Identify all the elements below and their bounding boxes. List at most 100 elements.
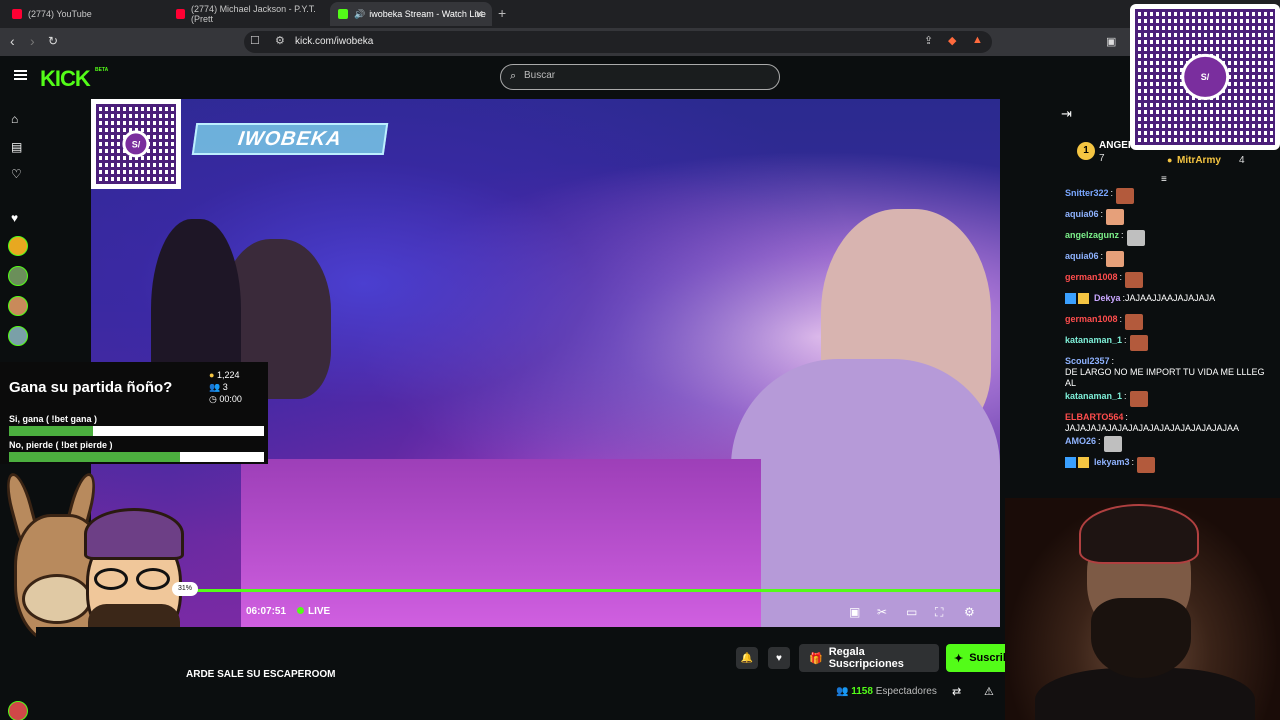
share-icon[interactable]: ⇪	[924, 34, 933, 47]
badge-icon	[1065, 457, 1076, 468]
chat-message: angelzagunz:	[1065, 230, 1275, 249]
chat-username[interactable]: aquia06	[1065, 251, 1099, 262]
clip-icon[interactable]: ✂	[877, 605, 887, 619]
chat-username[interactable]: AMO26	[1065, 436, 1096, 447]
chat-username[interactable]: lekyam3	[1094, 457, 1130, 468]
theater-mode-icon[interactable]: ▭	[906, 605, 917, 619]
chat-colon: :	[1131, 457, 1135, 467]
browser-tab-youtube[interactable]: (2774) YouTube	[4, 2, 164, 26]
site-info-icon[interactable]: ⚙	[275, 34, 285, 47]
yape-badge: S/	[1181, 53, 1229, 101]
close-tab-icon[interactable]: ✕	[475, 8, 484, 21]
poll-option-label: No, pierde ( !bet pierde )	[9, 440, 113, 450]
sidebar-channel-avatar[interactable]	[8, 266, 28, 286]
search-box[interactable]: ⌕	[500, 64, 780, 90]
chat-colon: :	[1125, 412, 1128, 422]
home-icon[interactable]: ⌂	[11, 112, 18, 126]
report-icon[interactable]: ⚠	[984, 685, 994, 698]
chat-badges	[1065, 293, 1091, 307]
video-controls: 06:07:51 LIVE ▣ ✂ ▭ ⛶ ⚙	[91, 598, 1000, 626]
chat-messages: Snitter322: aquia06: angelzagunz: aquia0…	[1065, 188, 1275, 478]
heart-icon: ♥	[776, 652, 782, 664]
chat-message: lekyam3:	[1065, 457, 1275, 476]
poll-option-bar	[9, 452, 264, 462]
video-person-body	[731, 359, 1000, 627]
chat-emote	[1103, 436, 1122, 452]
gifter-name[interactable]: ANGEI	[1099, 140, 1131, 151]
youtube-icon	[12, 9, 22, 19]
stream-info-bar: ARDE SALE SU ESCAPEROOM 🔔 ♥ 🎁 Regala Sus…	[36, 627, 1036, 720]
video-progress[interactable]	[91, 589, 1000, 592]
chat-username[interactable]: katanaman_1	[1065, 391, 1122, 402]
users-icon: 👥	[209, 382, 221, 392]
gifter-count: 7	[1099, 153, 1105, 164]
donkey-muzzle	[22, 574, 92, 624]
follow-heart-button[interactable]: ♥	[768, 647, 790, 669]
chat-username[interactable]: german1008	[1065, 314, 1118, 325]
chat-panel: ⇥ 1 ANGEI 7 ● MitrArmy 4 ≡ Snitter322: a…	[1053, 98, 1280, 498]
chat-colon: :	[1110, 188, 1114, 198]
chat-username[interactable]: german1008	[1065, 272, 1118, 283]
forward-icon[interactable]: ›	[30, 33, 35, 49]
search-input[interactable]	[524, 70, 764, 81]
badge-icon	[1078, 457, 1089, 468]
browser-tab-youtube-2[interactable]: (2774) Michael Jackson - P.Y.T. (Prett	[168, 2, 326, 26]
new-tab-icon[interactable]: +	[498, 5, 506, 21]
chat-username[interactable]: ELBARTO564	[1065, 412, 1123, 423]
chat-emote	[1137, 457, 1156, 473]
clock-icon: ◷	[209, 394, 217, 404]
settings-gear-icon[interactable]: ⚙	[964, 605, 975, 619]
sidebar-channel-avatar[interactable]	[8, 236, 28, 256]
chat-colon: :	[1124, 335, 1127, 345]
poll-option-label: Si, gana ( !bet gana )	[9, 414, 98, 424]
prediction-poll: Gana su partida ñoño? ● 1,224 👥 3 ◷ 00:0…	[0, 362, 268, 464]
back-icon[interactable]: ‹	[10, 33, 15, 49]
pinned-messages-icon[interactable]: ≡	[1161, 174, 1167, 185]
chat-emote	[1106, 251, 1125, 267]
speaker-icon: 🔊	[354, 8, 366, 19]
chat-message: Scoul2357: DE LARGO NO ME IMPORT TU VIDA…	[1065, 356, 1275, 389]
chat-colon: :	[1098, 436, 1101, 446]
share-icon[interactable]: ⇄	[952, 685, 961, 698]
chat-colon: :	[1100, 209, 1104, 219]
notification-bell-button[interactable]: 🔔	[736, 647, 758, 669]
chat-text: DE LARGO NO ME IMPORT TU VIDA ME LLLEG A…	[1065, 367, 1265, 388]
stream-title: ARDE SALE SU ESCAPEROOM	[186, 669, 336, 680]
kick-logo[interactable]: KICK	[40, 66, 91, 92]
coin-icon: ●	[209, 370, 215, 380]
following-icon[interactable]: ♡	[11, 167, 22, 181]
chat-username[interactable]: Snitter322	[1065, 188, 1109, 199]
browser-tabbar: (2774) YouTube (2774) Michael Jackson - …	[0, 0, 1280, 28]
search-icon: ⌕	[510, 70, 517, 82]
rewards-icon[interactable]: ▲	[972, 34, 983, 46]
screen: (2774) YouTube (2774) Michael Jackson - …	[0, 0, 1280, 720]
collapse-chat-icon[interactable]: ⇥	[1061, 106, 1072, 122]
sidebar-channel-avatar[interactable]	[8, 326, 28, 346]
tab-title: (2774) YouTube	[28, 9, 92, 19]
chat-username[interactable]: katanaman_1	[1065, 335, 1122, 346]
webcam-beard	[1091, 598, 1191, 678]
gift-subs-button[interactable]: 🎁 Regala Suscripciones	[799, 644, 939, 672]
browse-icon[interactable]: ▤	[11, 140, 22, 154]
poll-stats: ● 1,224 👥 3 ◷ 00:00	[209, 370, 242, 404]
menu-icon[interactable]	[14, 70, 27, 80]
bookmark-icon[interactable]: ☐	[250, 34, 260, 47]
chat-username[interactable]: angelzagunz	[1065, 230, 1119, 241]
gifter-name[interactable]: MitrArmy	[1177, 155, 1221, 166]
chat-message: german1008:	[1065, 314, 1275, 333]
miniplayer-icon[interactable]: ▣	[849, 605, 860, 619]
browser-tab-kick[interactable]: 🔊 iwobeka Stream - Watch Live ✕	[330, 2, 492, 26]
chat-colon: :	[1111, 356, 1115, 366]
chat-username[interactable]: Dekya	[1094, 293, 1121, 304]
chat-username[interactable]: aquia06	[1065, 209, 1099, 220]
tab-title: iwobeka Stream - Watch Live	[369, 9, 486, 19]
brave-shield-icon[interactable]: ◆	[948, 34, 956, 47]
fullscreen-icon[interactable]: ⛶	[935, 605, 943, 620]
chat-colon: :	[1124, 391, 1127, 401]
reload-icon[interactable]: ↻	[48, 34, 58, 48]
sidebar-channel-avatar[interactable]	[8, 296, 28, 316]
viewer-count: 👥 1158 Espectadores	[836, 686, 937, 697]
sidebar-toggle-icon[interactable]: ▣	[1106, 35, 1116, 48]
address-bar[interactable]: ☐ ⚙ kick.com/iwobeka ⇪ ◆ ▲	[244, 31, 992, 53]
chat-username[interactable]: Scoul2357	[1065, 356, 1110, 367]
